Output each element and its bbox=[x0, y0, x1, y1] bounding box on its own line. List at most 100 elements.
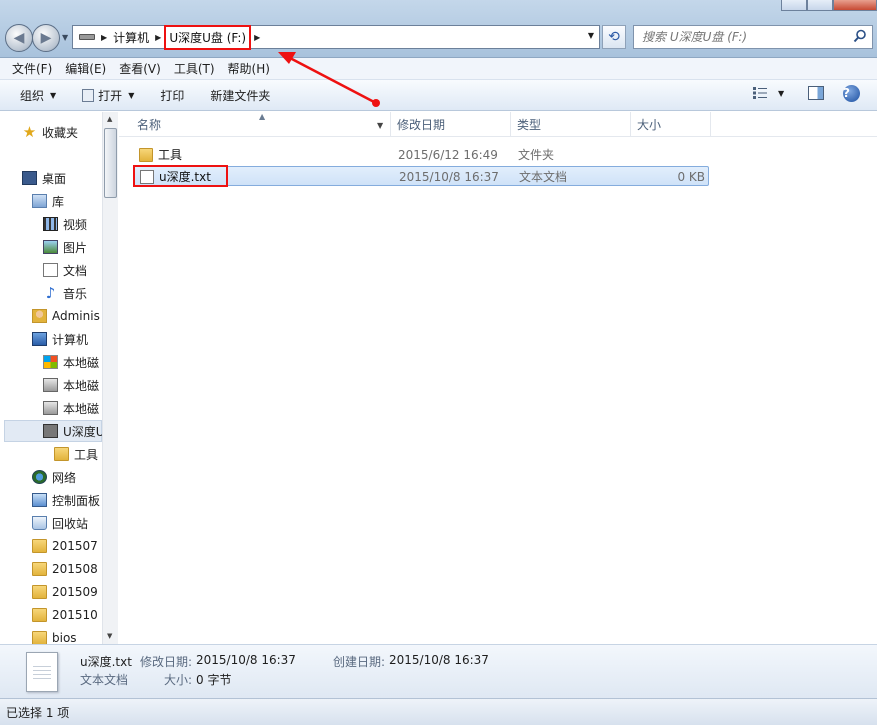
refresh-button[interactable]: ⟲ bbox=[602, 25, 626, 49]
print-button[interactable]: 打印 bbox=[154, 87, 190, 104]
search-input[interactable] bbox=[642, 26, 842, 48]
view-options-icon[interactable] bbox=[752, 86, 768, 100]
chevron-down-icon[interactable]: ▼ bbox=[128, 91, 134, 100]
nav-network[interactable]: 网络 bbox=[32, 467, 76, 487]
library-icon bbox=[32, 194, 47, 208]
nav-label: 工具 bbox=[74, 447, 99, 462]
nav-pictures[interactable]: 图片 bbox=[43, 237, 87, 257]
folder-icon bbox=[32, 631, 47, 644]
nav-folder-201507[interactable]: 201507 bbox=[32, 536, 98, 556]
nav-desktop[interactable]: 桌面 bbox=[22, 168, 66, 188]
nav-local-disk-1[interactable]: 本地磁 bbox=[43, 352, 99, 372]
breadcrumb-udisk[interactable]: U深度U盘 (F:) bbox=[164, 24, 252, 50]
nav-music[interactable]: ♪ 音乐 bbox=[43, 283, 87, 303]
nav-folder-201509[interactable]: 201509 bbox=[32, 582, 98, 602]
nav-folder-201508[interactable]: 201508 bbox=[32, 559, 98, 579]
column-header-name[interactable]: 名称 bbox=[131, 112, 391, 137]
view-dropdown-icon[interactable]: ▼ bbox=[778, 89, 784, 98]
preview-pane-icon[interactable] bbox=[808, 86, 824, 100]
address-dropdown-icon[interactable]: ▼ bbox=[588, 31, 594, 40]
maximize-button[interactable] bbox=[807, 0, 833, 11]
nav-scrollbar[interactable]: ▲ ▼ bbox=[102, 112, 118, 644]
menu-bar: 文件(F) 编辑(E) 查看(V) 工具(T) 帮助(H) bbox=[0, 58, 877, 80]
nav-scroll-thumb[interactable] bbox=[104, 128, 117, 198]
search-box[interactable] bbox=[633, 25, 873, 49]
picture-icon bbox=[43, 240, 58, 254]
column-label: 名称 bbox=[137, 118, 162, 132]
details-created-value: 2015/10/8 16:37 bbox=[389, 653, 489, 667]
nav-recycle-bin[interactable]: 回收站 bbox=[32, 513, 88, 533]
breadcrumb-computer[interactable]: 计算机 bbox=[113, 29, 149, 46]
details-modified-value: 2015/10/8 16:37 bbox=[196, 653, 296, 667]
file-date: 2015/6/12 16:49 bbox=[398, 148, 498, 162]
search-icon[interactable] bbox=[853, 29, 867, 43]
close-button[interactable] bbox=[833, 0, 877, 11]
help-icon[interactable]: ? bbox=[843, 85, 860, 102]
nav-tools-folder[interactable]: 工具 bbox=[54, 444, 98, 464]
nav-libraries[interactable]: 库 bbox=[32, 191, 64, 211]
menu-file[interactable]: 文件(F) bbox=[6, 60, 58, 77]
nav-label: 本地磁 bbox=[63, 401, 100, 416]
nav-documents[interactable]: 文档 bbox=[43, 260, 87, 280]
file-row-udeep-txt[interactable]: u深度.txt 2015/10/8 16:37 文本文档 0 KB bbox=[133, 165, 709, 187]
forward-button[interactable]: ▶ bbox=[32, 24, 60, 52]
column-header-size[interactable]: 大小 bbox=[631, 112, 711, 137]
print-label: 打印 bbox=[160, 88, 185, 103]
recent-pages-dropdown-icon[interactable]: ▼ bbox=[62, 33, 68, 42]
breadcrumb-arrow-icon[interactable]: ▶ bbox=[101, 33, 107, 42]
folder-icon bbox=[54, 447, 69, 461]
nav-folder-201510[interactable]: 201510 bbox=[32, 605, 98, 625]
open-button[interactable]: 打开 ▼ bbox=[76, 87, 140, 104]
nav-label: 计算机 bbox=[52, 332, 89, 347]
text-file-large-icon bbox=[26, 652, 58, 692]
details-modified-label: 修改日期: bbox=[140, 655, 193, 669]
nav-control-panel[interactable]: 控制面板 bbox=[32, 490, 100, 510]
nav-label: 201507 bbox=[52, 539, 98, 553]
nav-videos[interactable]: 视频 bbox=[43, 214, 87, 234]
nav-administrator[interactable]: Adminis bbox=[32, 306, 100, 326]
nav-label: 回收站 bbox=[52, 516, 89, 531]
control-panel-icon bbox=[32, 493, 47, 507]
address-bar[interactable]: ▶ 计算机 ▶ U深度U盘 (F:) ▶ ▼ bbox=[72, 24, 600, 50]
nav-label: 网络 bbox=[52, 470, 77, 485]
menu-help[interactable]: 帮助(H) bbox=[222, 60, 276, 77]
nav-label: 视频 bbox=[63, 217, 88, 232]
breadcrumb-arrow-icon[interactable]: ▶ bbox=[155, 33, 161, 42]
nav-label: Adminis bbox=[52, 309, 100, 323]
new-folder-button[interactable]: 新建文件夹 bbox=[204, 87, 276, 104]
column-filter-dropdown-icon[interactable]: ▼ bbox=[377, 121, 383, 130]
file-row-tools-folder[interactable]: 工具 2015/6/12 16:49 文件夹 bbox=[133, 145, 709, 165]
nav-label: 图片 bbox=[63, 240, 88, 255]
nav-folder-bios[interactable]: bios bbox=[32, 628, 77, 644]
nav-udisk[interactable]: U深度U bbox=[43, 421, 105, 441]
nav-label: U深度U bbox=[63, 424, 105, 439]
nav-label: 201509 bbox=[52, 585, 98, 599]
minimize-button[interactable] bbox=[781, 0, 807, 11]
column-header-type[interactable]: 类型 bbox=[511, 112, 631, 137]
nav-local-disk-2[interactable]: 本地磁 bbox=[43, 375, 99, 395]
nav-local-disk-3[interactable]: 本地磁 bbox=[43, 398, 99, 418]
back-button[interactable]: ◀ bbox=[5, 24, 33, 52]
selection-status: 已选择 1 项 bbox=[6, 706, 70, 720]
breadcrumb-arrow-icon[interactable]: ▶ bbox=[254, 33, 260, 42]
nav-label: 本地磁 bbox=[63, 378, 100, 393]
nav-label: 音乐 bbox=[63, 286, 88, 301]
nav-computer[interactable]: 计算机 bbox=[32, 329, 88, 349]
column-label: 类型 bbox=[517, 118, 542, 132]
user-folder-icon bbox=[32, 309, 47, 323]
nav-label: 201508 bbox=[52, 562, 98, 576]
organize-button[interactable]: 组织 ▼ bbox=[14, 87, 62, 104]
scroll-down-icon[interactable]: ▼ bbox=[107, 632, 112, 640]
column-header-date[interactable]: 修改日期 bbox=[391, 112, 511, 137]
scroll-up-icon[interactable]: ▲ bbox=[107, 115, 112, 123]
computer-icon bbox=[32, 332, 47, 346]
folder-icon bbox=[139, 148, 153, 162]
nav-favorites[interactable]: ★ 收藏夹 bbox=[22, 122, 78, 142]
menu-view[interactable]: 查看(V) bbox=[113, 60, 167, 77]
hard-drive-icon bbox=[43, 401, 58, 415]
menu-tools[interactable]: 工具(T) bbox=[168, 60, 221, 77]
menu-edit[interactable]: 编辑(E) bbox=[59, 60, 112, 77]
details-size-label: 大小: bbox=[164, 673, 193, 687]
navigation-pane: ★ 收藏夹 桌面 库 视频 图片 文档 ♪ 音乐 Adminis 计算机 本地磁 本… bbox=[0, 112, 118, 644]
network-icon bbox=[32, 470, 47, 484]
